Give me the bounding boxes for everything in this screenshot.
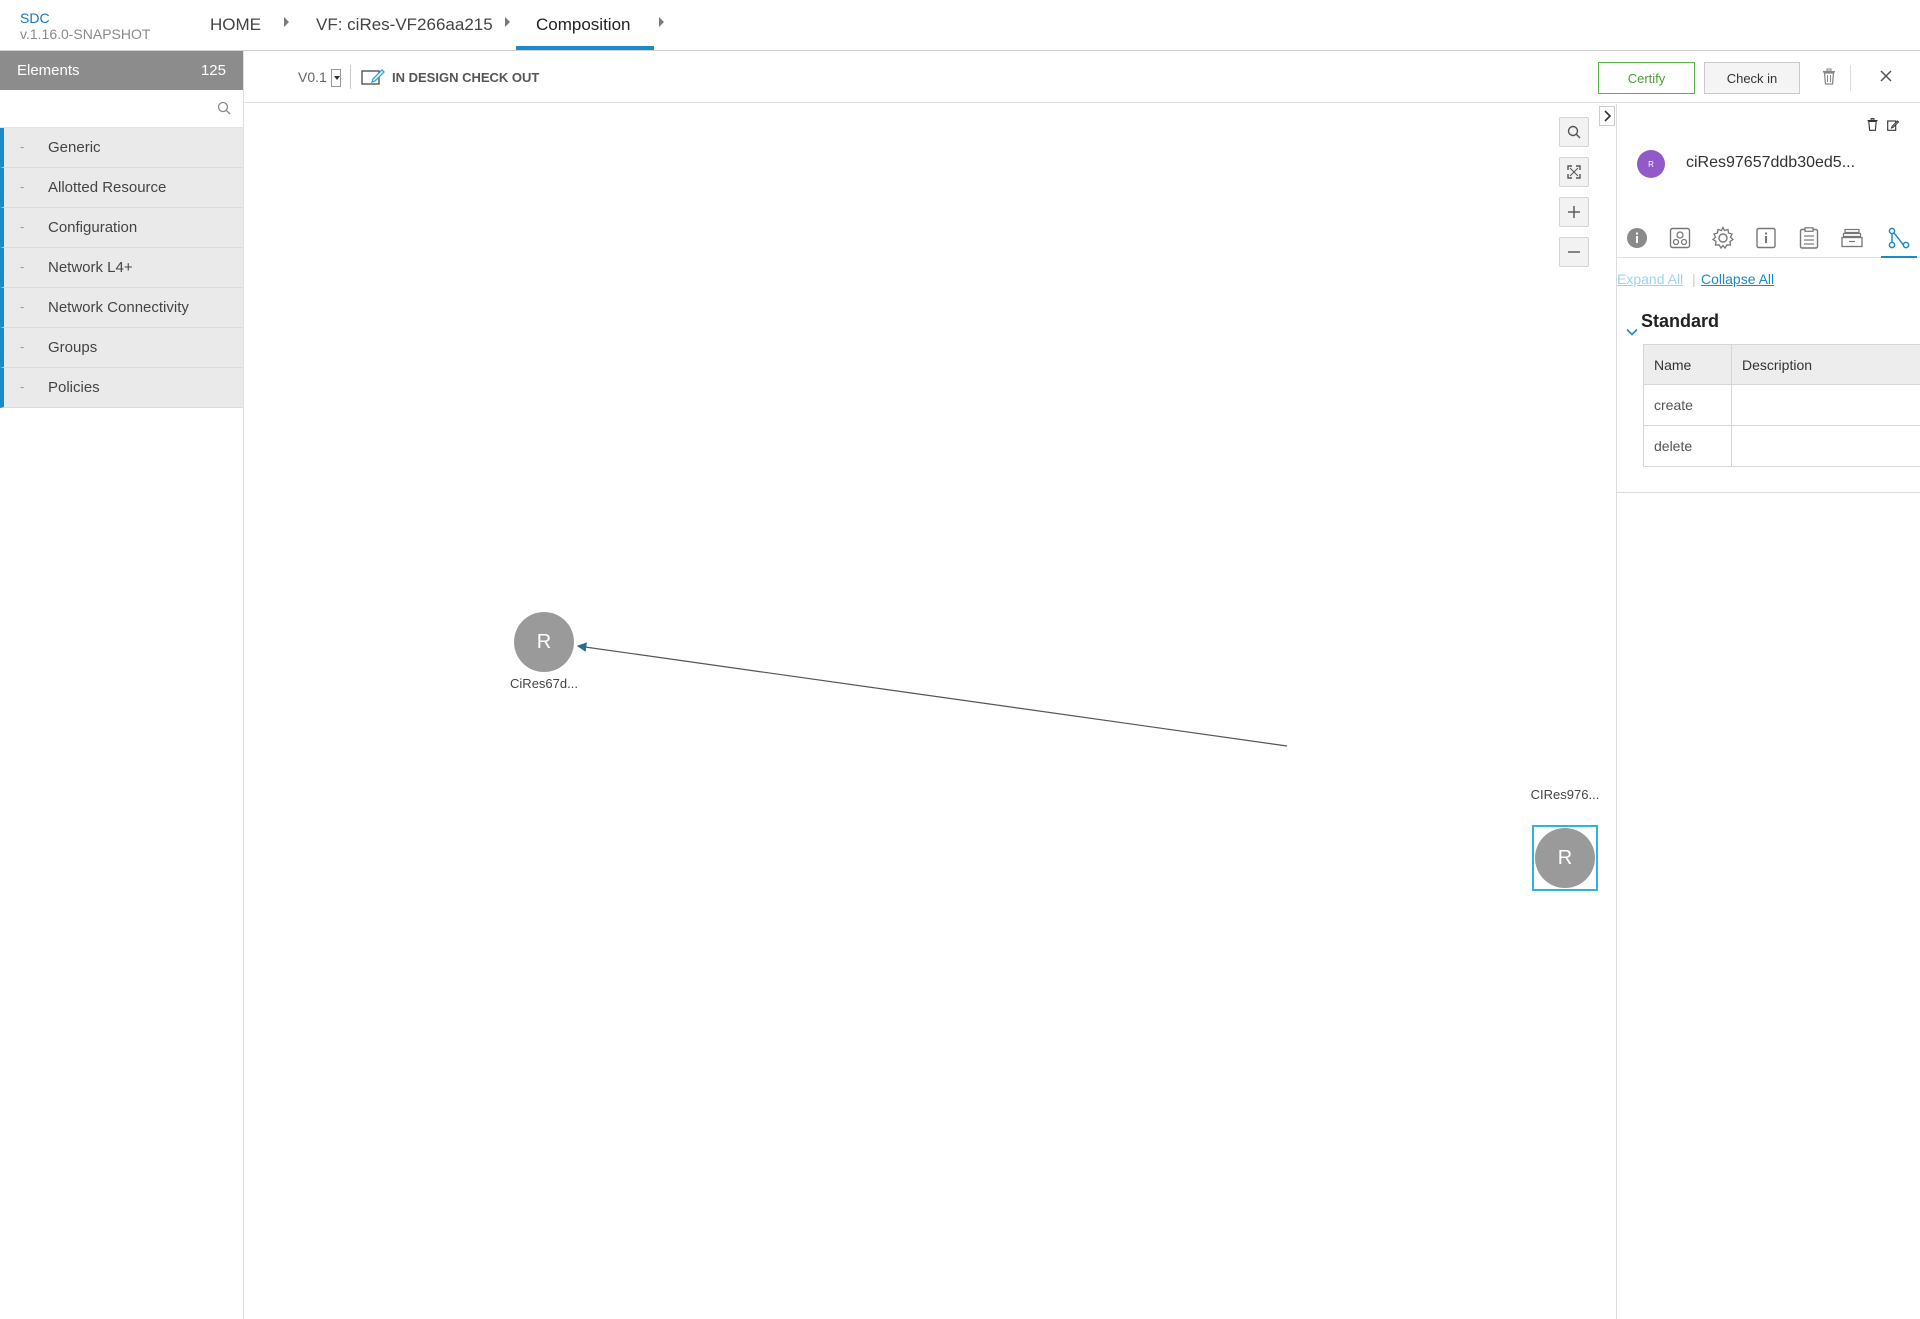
lifecycle-status: IN DESIGN CHECK OUT	[392, 70, 540, 85]
api-info-icon[interactable]	[1748, 218, 1784, 258]
zoom-in-icon[interactable]	[1559, 197, 1589, 227]
palette-count: 125	[200, 62, 226, 79]
toolbar-divider	[350, 65, 351, 89]
component-instance-title: ciRes97657ddb30ed5...	[1686, 154, 1856, 171]
palette-category-policies[interactable]: - Policies	[0, 368, 243, 408]
operation-description	[1731, 384, 1920, 426]
palette-category-label: Generic	[48, 139, 101, 156]
component-node-label: CiRes67d...	[510, 676, 578, 691]
column-header-description: Description	[1731, 344, 1920, 385]
expand-dash-icon: -	[20, 259, 25, 274]
table-row[interactable]: create	[1643, 384, 1920, 426]
palette-header: Elements 125	[0, 51, 243, 90]
trash-icon[interactable]	[1822, 68, 1836, 90]
palette-title: Elements	[17, 62, 80, 79]
palette-category-label: Network Connectivity	[48, 299, 189, 316]
edit-icon[interactable]	[1887, 118, 1900, 136]
expand-dash-icon: -	[20, 339, 25, 354]
top-navigation-bar: SDC v.1.16.0-SNAPSHOT HOME VF: ciRes-VF2…	[0, 0, 1920, 51]
table-header-row: Name Description	[1643, 344, 1920, 385]
close-icon[interactable]	[1879, 69, 1893, 88]
version-dropdown-caret-icon[interactable]	[331, 69, 341, 87]
palette-category-label: Policies	[48, 379, 100, 396]
composition-toolbar: V0.1 IN DESIGN CHECK OUT Certify Check i…	[245, 51, 1920, 103]
palette-search-box	[0, 90, 243, 128]
elements-palette: Elements 125 - Generic - Allotted Resour…	[0, 51, 244, 1319]
breadcrumb-arrow-icon[interactable]	[505, 17, 510, 27]
table-row[interactable]: delete	[1643, 425, 1920, 467]
certify-button[interactable]: Certify	[1598, 62, 1695, 94]
operation-name: create	[1643, 384, 1732, 426]
breadcrumb-home[interactable]: HOME	[210, 15, 261, 35]
search-icon[interactable]	[217, 101, 231, 120]
active-tab-indicator	[1881, 256, 1917, 258]
collapse-all-link[interactable]: Collapse All	[1701, 271, 1774, 287]
version-select[interactable]: V0.1	[298, 69, 327, 85]
info-icon[interactable]	[1619, 218, 1655, 258]
chevron-right-icon[interactable]	[1599, 106, 1615, 126]
expand-dash-icon: -	[20, 139, 25, 154]
app-version: v.1.16.0-SNAPSHOT	[20, 26, 151, 42]
palette-category-network-l4[interactable]: - Network L4+	[0, 248, 243, 288]
canvas-search-icon[interactable]	[1559, 117, 1589, 147]
breadcrumb-active-indicator	[516, 46, 654, 50]
link-separator: |	[1692, 271, 1696, 287]
expand-dash-icon: -	[20, 379, 25, 394]
palette-category-label: Groups	[48, 339, 98, 356]
operations-table: Name Description create delete	[1643, 344, 1920, 467]
palette-search-input[interactable]	[2, 92, 238, 126]
palette-category-label: Allotted Resource	[48, 179, 167, 196]
operation-name: delete	[1643, 425, 1732, 467]
divider	[1617, 492, 1920, 493]
check-in-button[interactable]: Check in	[1704, 62, 1800, 94]
deployment-artifacts-icon[interactable]	[1662, 218, 1698, 258]
composition-canvas[interactable]: R CiRes67d... R CIRes976...	[245, 104, 1615, 1319]
expand-all-link[interactable]: Expand All	[1617, 271, 1683, 287]
palette-category-label: Network L4+	[48, 259, 133, 276]
palette-category-allotted-resource[interactable]: - Allotted Resource	[0, 168, 243, 208]
palette-category-network-connectivity[interactable]: - Network Connectivity	[0, 288, 243, 328]
avatar: R	[1637, 150, 1665, 178]
expand-dash-icon: -	[20, 299, 25, 314]
interface-section-title[interactable]: Standard	[1641, 311, 1719, 332]
relation-edge[interactable]	[245, 104, 1615, 1319]
breadcrumb-arrow-icon[interactable]	[284, 17, 289, 27]
trash-icon[interactable]	[1867, 118, 1878, 136]
palette-category-label: Configuration	[48, 219, 138, 236]
component-node-label: CIRes976...	[1530, 787, 1600, 802]
zoom-out-icon[interactable]	[1559, 237, 1589, 267]
breadcrumb-composition[interactable]: Composition	[536, 15, 631, 35]
edit-checkout-icon	[361, 68, 385, 91]
expand-dash-icon: -	[20, 219, 25, 234]
composition-clipboard-icon[interactable]	[1791, 218, 1827, 258]
properties-gear-icon[interactable]	[1705, 218, 1741, 258]
breadcrumb-vf[interactable]: VF: ciRes-VF266aa215	[316, 15, 493, 35]
toolbar-divider	[1850, 65, 1851, 91]
app-name: SDC	[20, 10, 50, 26]
column-header-name: Name	[1643, 344, 1732, 385]
component-node-1[interactable]: R	[514, 612, 574, 672]
palette-category-configuration[interactable]: - Configuration	[0, 208, 243, 248]
expand-dash-icon: -	[20, 179, 25, 194]
palette-category-generic[interactable]: - Generic	[0, 128, 243, 168]
details-tabs	[1617, 218, 1920, 258]
breadcrumb-arrow-icon[interactable]	[659, 17, 664, 27]
relations-icon[interactable]	[1881, 218, 1917, 258]
palette-category-groups[interactable]: - Groups	[0, 328, 243, 368]
artifacts-stack-icon[interactable]	[1834, 218, 1870, 258]
fit-screen-icon[interactable]	[1559, 157, 1589, 187]
app-logo[interactable]: SDC v.1.16.0-SNAPSHOT	[20, 10, 150, 42]
chevron-down-icon[interactable]	[1626, 323, 1638, 341]
details-panel: R ciRes97657ddb30ed5... Expand All | Col…	[1599, 104, 1920, 1319]
component-node-2[interactable]: R	[1535, 828, 1595, 888]
operation-description	[1731, 425, 1920, 467]
